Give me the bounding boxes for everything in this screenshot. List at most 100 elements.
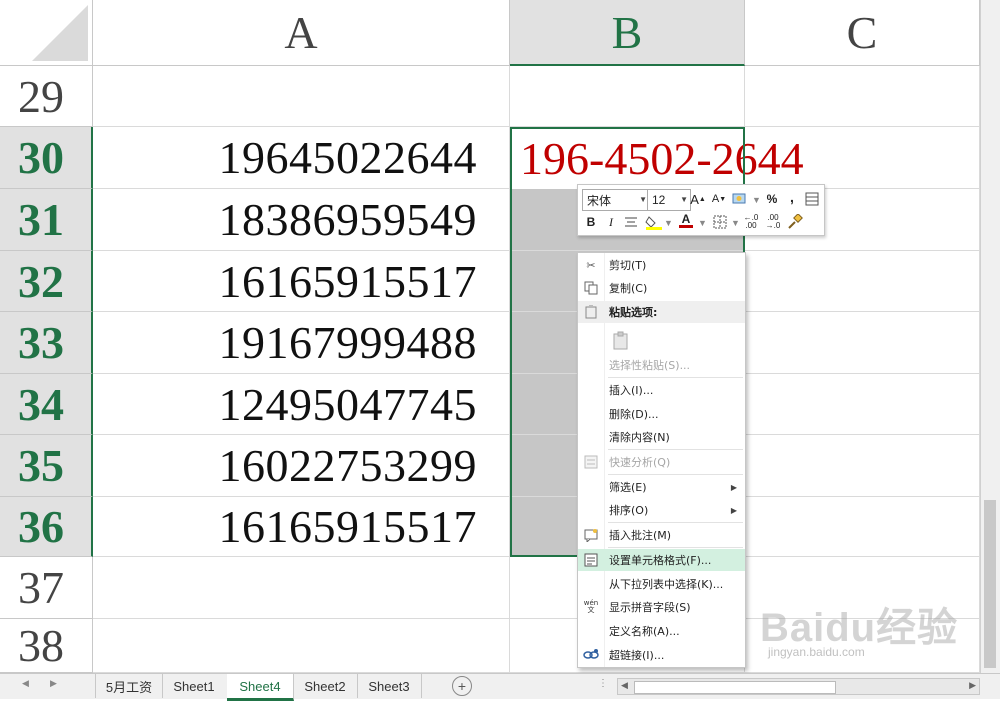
scroll-right-icon[interactable]: ▶ xyxy=(969,680,976,691)
cell-a30[interactable]: 19645022644 xyxy=(93,127,510,189)
chevron-down-icon: ▼ xyxy=(731,218,740,228)
tab-sheet[interactable]: 5月工资 xyxy=(95,674,163,698)
format-painter-button[interactable] xyxy=(785,212,805,232)
row-header[interactable]: 30 xyxy=(0,127,93,189)
add-sheet-button[interactable]: + xyxy=(452,676,472,696)
row-header[interactable]: 35 xyxy=(0,435,93,497)
menu-item-paste-special[interactable]: 选择性粘贴(S)... xyxy=(578,354,745,376)
cell-b29[interactable] xyxy=(510,66,745,127)
cell-a31[interactable]: 18386959549 xyxy=(93,189,510,251)
row-header[interactable]: 36 xyxy=(0,497,93,557)
select-all-corner[interactable] xyxy=(0,0,93,66)
menu-item-delete[interactable]: 删除(D)... xyxy=(578,403,745,425)
menu-item-insert-comment[interactable]: 插入批注(M) xyxy=(578,524,745,546)
borders-button[interactable] xyxy=(710,212,730,232)
menu-item-show-phonetic[interactable]: wén 文 显示拼音字段(S) xyxy=(578,596,745,618)
percent-style-button[interactable]: % xyxy=(762,189,782,209)
table-icon xyxy=(805,192,819,206)
font-name-value: 宋体 xyxy=(587,193,612,208)
column-header-b[interactable]: B xyxy=(510,0,745,66)
cell-c35[interactable] xyxy=(745,435,980,497)
cell-c34[interactable] xyxy=(745,374,980,435)
cell-a37[interactable] xyxy=(93,557,510,619)
mini-toolbar: 宋体 ▼ 12 ▼ A ▲ A ▼ ▼ % , B I ▼ A ▼ ▼ ←.0 .0… xyxy=(577,184,825,236)
comma-style-button[interactable]: , xyxy=(782,187,802,207)
font-size-box[interactable]: 12 ▼ xyxy=(647,189,691,211)
row-header[interactable]: 33 xyxy=(0,312,93,374)
vertical-scrollbar[interactable] xyxy=(980,0,1000,673)
context-menu: ✂ 剪切(T) 复制(C) 粘贴选项: 选择性粘贴(S)... 插入(I)...… xyxy=(577,252,746,668)
clipboard-icon xyxy=(583,304,599,320)
menu-item-clear[interactable]: 清除内容(N) xyxy=(578,426,745,448)
font-name-box[interactable]: 宋体 ▼ xyxy=(582,189,650,211)
grow-font-icon: A xyxy=(690,191,699,207)
menu-item-label: 从下拉列表中选择(K)... xyxy=(609,578,724,591)
tab-sheet[interactable]: Sheet2 xyxy=(293,674,358,698)
menu-item-label: 快速分析(Q) xyxy=(609,456,671,469)
cell-a35[interactable]: 16022753299 xyxy=(93,435,510,497)
horizontal-scroll-thumb[interactable] xyxy=(634,681,836,694)
grow-font-button[interactable]: A ▲ xyxy=(688,189,708,209)
cell-a29[interactable] xyxy=(93,66,510,127)
tab-scroll-right-icon[interactable]: ▶ xyxy=(50,678,57,689)
format-painter-table-button[interactable] xyxy=(802,189,822,209)
menu-item-label: 排序(O) xyxy=(609,504,649,517)
cell-a34[interactable]: 12495047745 xyxy=(93,374,510,435)
scroll-left-icon[interactable]: ◀ xyxy=(621,680,628,691)
cell-c29[interactable] xyxy=(745,66,980,127)
menu-item-define-name[interactable]: 定义名称(A)... xyxy=(578,620,745,642)
menu-item-hyperlink[interactable]: 超链接(I)... xyxy=(578,644,745,666)
cell-c33[interactable] xyxy=(745,312,980,374)
menu-item-label: 定义名称(A)... xyxy=(609,625,680,638)
align-center-button[interactable] xyxy=(621,212,641,232)
row-header[interactable]: 29 xyxy=(0,66,93,127)
menu-item-sort[interactable]: 排序(O) ▶ xyxy=(578,499,745,521)
row-header[interactable]: 38 xyxy=(0,619,93,673)
paste-option-keep[interactable] xyxy=(578,327,745,355)
cell-b30[interactable]: 196-4502-2644 xyxy=(510,127,804,189)
row-header[interactable]: 32 xyxy=(0,251,93,312)
row-header[interactable]: 34 xyxy=(0,374,93,435)
cell-c32[interactable] xyxy=(745,251,980,312)
menu-item-format-cells[interactable]: 设置单元格格式(F)... xyxy=(578,549,745,571)
cell-a38[interactable] xyxy=(93,619,510,673)
shrink-font-button[interactable]: A ▼ xyxy=(709,189,729,209)
fill-bucket-icon xyxy=(645,216,662,230)
menu-item-label: 筛选(E) xyxy=(609,481,647,494)
column-header-c[interactable]: C xyxy=(745,0,980,66)
menu-item-cut[interactable]: ✂ 剪切(T) xyxy=(578,254,745,276)
menu-item-label: 设置单元格格式(F)... xyxy=(609,554,712,567)
decrease-decimal-button[interactable]: .00 →.0 xyxy=(763,212,783,232)
tab-scroll-left-icon[interactable]: ◀ xyxy=(22,678,29,689)
menu-separator xyxy=(608,377,743,378)
scissors-icon: ✂ xyxy=(586,258,596,272)
menu-item-label: 删除(D)... xyxy=(609,408,659,421)
accounting-icon xyxy=(732,193,746,204)
menu-item-pick-from-list[interactable]: 从下拉列表中选择(K)... xyxy=(578,573,745,595)
font-color-button[interactable]: A xyxy=(676,211,696,231)
tab-sheet-active[interactable]: Sheet4 xyxy=(227,674,294,701)
fill-color-button[interactable] xyxy=(644,212,664,232)
menu-item-copy[interactable]: 复制(C) xyxy=(578,277,745,299)
menu-item-filter[interactable]: 筛选(E) ▶ xyxy=(578,476,745,498)
row-header[interactable]: 31 xyxy=(0,189,93,251)
bold-button[interactable]: B xyxy=(581,212,601,232)
italic-button[interactable]: I xyxy=(601,212,621,232)
cell-a33[interactable]: 19167999488 xyxy=(93,312,510,374)
menu-item-quick-analysis[interactable]: 快速分析(Q) xyxy=(578,451,745,473)
tab-sheet[interactable]: Sheet3 xyxy=(357,674,422,698)
increase-decimal-button[interactable]: ←.0 .00 xyxy=(741,212,761,232)
tab-split-handle-icon[interactable]: ⋮ xyxy=(598,678,608,689)
horizontal-scrollbar[interactable]: ◀ ▶ xyxy=(617,678,980,695)
cell-a36[interactable]: 16165915517 xyxy=(93,497,510,557)
menu-separator xyxy=(608,474,743,475)
tab-sheet[interactable]: Sheet1 xyxy=(161,674,228,698)
vertical-scroll-thumb[interactable] xyxy=(984,500,996,668)
cell-a32[interactable]: 16165915517 xyxy=(93,251,510,312)
row-header[interactable]: 37 xyxy=(0,557,93,619)
accounting-format-button[interactable] xyxy=(730,189,750,209)
menu-separator xyxy=(608,522,743,523)
column-header-a[interactable]: A xyxy=(93,0,510,66)
cell-c36[interactable] xyxy=(745,497,980,557)
menu-item-insert[interactable]: 插入(I)... xyxy=(578,379,745,401)
